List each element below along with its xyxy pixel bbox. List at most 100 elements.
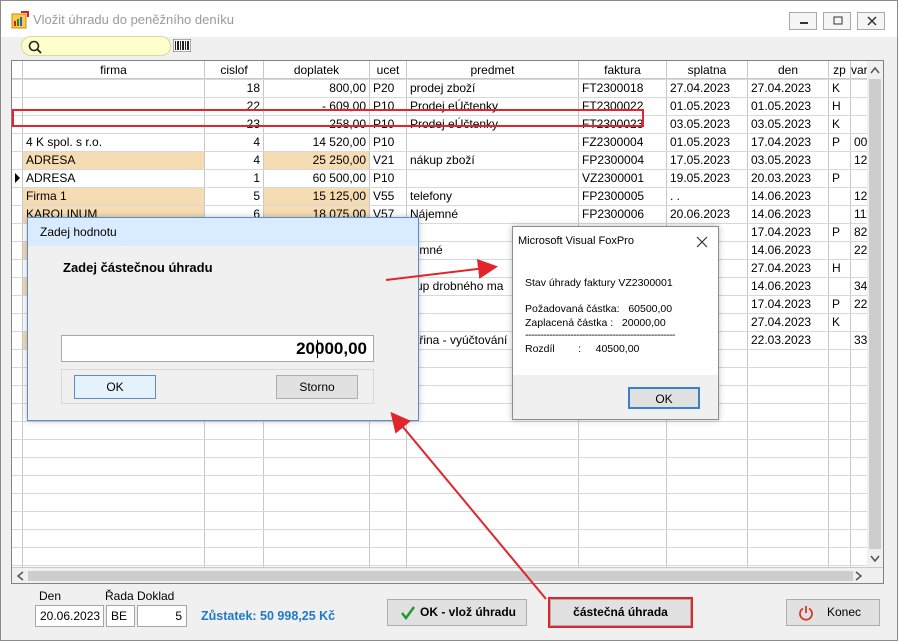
vertical-scrollbar[interactable] (867, 61, 883, 567)
cell-cislof[interactable]: 5 (205, 188, 263, 205)
scroll-right-icon[interactable] (855, 571, 863, 581)
cell-doplatek[interactable]: 25 250,00 (264, 152, 369, 169)
cell-den[interactable]: 14.06.2023 (748, 242, 828, 259)
cell-splatna[interactable]: 19.05.2023 (667, 170, 747, 187)
cell-den[interactable]: 03.05.2023 (748, 152, 828, 169)
cell-zp[interactable]: H (829, 98, 850, 115)
cell-zp[interactable] (829, 206, 850, 223)
cell-zp[interactable]: K (829, 80, 850, 97)
cell-faktura[interactable]: FP2300004 (579, 152, 666, 169)
column-header-ucet[interactable]: ucet (370, 61, 407, 79)
cell-varsy[interactable]: 342 (851, 278, 868, 295)
vertical-scroll-thumb[interactable] (869, 79, 881, 549)
cell-den[interactable]: 14.06.2023 (748, 206, 828, 223)
cell-predmet[interactable]: prodej zboží (407, 80, 578, 97)
partial-amount-input[interactable]: 20000,00 (61, 335, 374, 362)
cell-splatna[interactable]: 20.06.2023 (667, 206, 747, 223)
cell-zp[interactable] (829, 278, 850, 295)
cell-ucet[interactable]: P10 (370, 170, 406, 187)
cell-cislof[interactable]: 4 (205, 134, 263, 151)
cell-varsy[interactable] (851, 98, 868, 115)
cell-firma[interactable]: ADRESA (23, 152, 204, 169)
cell-ucet[interactable]: P20 (370, 80, 406, 97)
end-button[interactable]: Konec (786, 599, 880, 626)
column-header-predmet[interactable]: predmet (407, 61, 579, 79)
cell-doplatek[interactable]: 60 500,00 (264, 170, 369, 187)
cell-den[interactable]: 17.04.2023 (748, 134, 828, 151)
doklad-field[interactable]: 5 (137, 605, 187, 627)
cell-ucet[interactable]: V55 (370, 188, 406, 205)
column-header-cislof[interactable]: cislof (205, 61, 264, 79)
cell-ucet[interactable]: P10 (370, 134, 406, 151)
cell-varsy[interactable]: 125 (851, 188, 868, 205)
maximize-button[interactable] (823, 12, 851, 30)
cell-den[interactable]: 27.04.2023 (748, 314, 828, 331)
cell-varsy[interactable] (851, 314, 868, 331)
cell-zp[interactable] (829, 188, 850, 205)
cell-doplatek[interactable]: 14 520,00 (264, 134, 369, 151)
cell-varsy[interactable]: 111 (851, 206, 868, 223)
cell-den[interactable]: 01.05.2023 (748, 98, 828, 115)
horizontal-scroll-thumb[interactable] (28, 571, 853, 581)
cell-zp[interactable] (829, 152, 850, 169)
cell-splatna[interactable]: 03.05.2023 (667, 116, 747, 133)
cell-varsy[interactable]: 220 (851, 242, 868, 259)
cell-varsy[interactable]: 000 (851, 134, 868, 151)
dialog-cancel-button[interactable]: Storno (276, 375, 358, 399)
cell-faktura[interactable]: FZ2300004 (579, 134, 666, 151)
cell-doplatek[interactable]: 15 125,00 (264, 188, 369, 205)
cell-varsy[interactable]: 123 (851, 152, 868, 169)
cell-firma[interactable]: ADRESA (23, 170, 204, 187)
cell-varsy[interactable]: 333 (851, 332, 868, 349)
cell-varsy[interactable] (851, 116, 868, 133)
cell-varsy[interactable]: 220 (851, 296, 868, 313)
cell-den[interactable]: 14.06.2023 (748, 278, 828, 295)
cell-splatna[interactable]: 01.05.2023 (667, 134, 747, 151)
cell-zp[interactable]: P (829, 134, 850, 151)
scroll-up-icon[interactable] (870, 66, 880, 74)
scroll-left-icon[interactable] (16, 571, 24, 581)
search-input[interactable] (21, 36, 171, 56)
cell-den[interactable]: 17.04.2023 (748, 224, 828, 241)
cell-ucet[interactable]: V21 (370, 152, 406, 169)
cell-cislof[interactable]: 18 (205, 80, 263, 97)
cell-zp[interactable]: H (829, 260, 850, 277)
scroll-down-icon[interactable] (870, 555, 880, 563)
cell-splatna[interactable]: 01.05.2023 (667, 98, 747, 115)
message-close-icon[interactable] (696, 236, 708, 248)
cell-den[interactable]: 27.04.2023 (748, 80, 828, 97)
column-header-doplatek[interactable]: doplatek (264, 61, 370, 79)
cell-firma[interactable]: Firma 1 (23, 188, 204, 205)
cell-cislof[interactable]: 1 (205, 170, 263, 187)
column-header-splatna[interactable]: splatna (667, 61, 748, 79)
cell-den[interactable]: 17.04.2023 (748, 296, 828, 313)
cell-predmet[interactable]: telefony (407, 188, 578, 205)
cell-doplatek[interactable]: 800,00 (264, 80, 369, 97)
cell-zp[interactable]: P (829, 170, 850, 187)
cell-splatna[interactable]: . . (667, 188, 747, 205)
rada-field[interactable]: BE (106, 605, 135, 627)
cell-splatna[interactable]: 27.04.2023 (667, 80, 747, 97)
cell-zp[interactable]: K (829, 314, 850, 331)
cell-zp[interactable]: P (829, 224, 850, 241)
cell-cislof[interactable]: 4 (205, 152, 263, 169)
column-header-den[interactable]: den (748, 61, 829, 79)
cell-zp[interactable]: P (829, 296, 850, 313)
cell-faktura[interactable]: FP2300005 (579, 188, 666, 205)
cell-varsy[interactable]: 820 (851, 224, 868, 241)
cell-den[interactable]: 14.06.2023 (748, 188, 828, 205)
cell-faktura[interactable]: VZ2300001 (579, 170, 666, 187)
minimize-button[interactable] (789, 12, 817, 30)
ok-insert-payment-button[interactable]: OK - vlož úhradu (387, 599, 527, 626)
message-ok-button[interactable]: OK (628, 387, 700, 409)
horizontal-scrollbar[interactable] (12, 567, 883, 583)
den-field[interactable]: 20.06.2023 (35, 605, 104, 627)
cell-den[interactable]: 27.04.2023 (748, 260, 828, 277)
cell-zp[interactable]: K (829, 116, 850, 133)
cell-faktura[interactable]: FT2300018 (579, 80, 666, 97)
cell-firma[interactable] (23, 80, 204, 97)
cell-den[interactable]: 20.03.2023 (748, 170, 828, 187)
cell-predmet[interactable]: Nájemné (407, 206, 578, 223)
cell-faktura[interactable]: FP2300006 (579, 206, 666, 223)
cell-zp[interactable] (829, 332, 850, 349)
